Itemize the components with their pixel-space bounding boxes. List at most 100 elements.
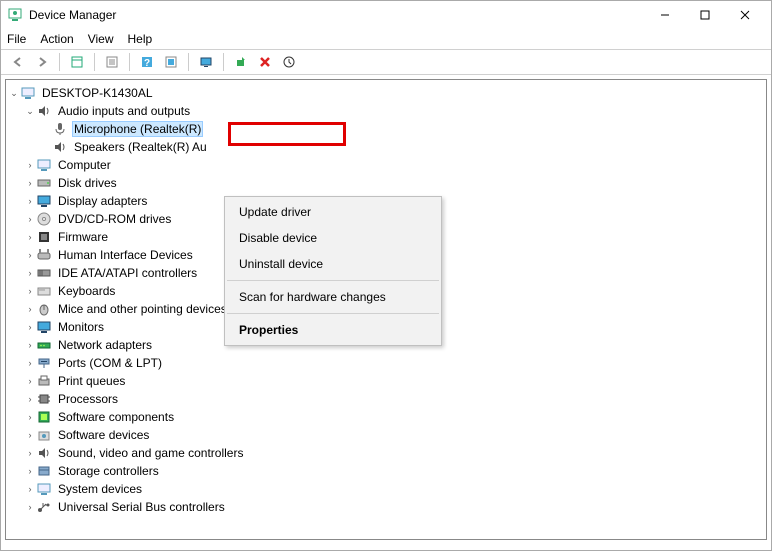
- tree-node-disk[interactable]: › Disk drives: [8, 174, 764, 192]
- expand-icon[interactable]: ›: [24, 304, 36, 314]
- show-hide-button[interactable]: [66, 51, 88, 73]
- menu-action[interactable]: Action: [40, 32, 73, 46]
- speaker-icon: [36, 103, 52, 119]
- forward-button[interactable]: [31, 51, 53, 73]
- swdev-icon: [36, 427, 52, 443]
- tree-node-label: IDE ATA/ATAPI controllers: [56, 265, 199, 281]
- expand-icon[interactable]: ›: [24, 502, 36, 512]
- tree-node-sound[interactable]: › Sound, video and game controllers: [8, 444, 764, 462]
- tree-node-label: Print queues: [56, 373, 127, 389]
- ctx-scan-hardware[interactable]: Scan for hardware changes: [225, 284, 441, 310]
- expand-icon[interactable]: ›: [24, 232, 36, 242]
- expand-icon[interactable]: ›: [24, 376, 36, 386]
- tree-node-label: Computer: [56, 157, 113, 173]
- tree-node-label: Firmware: [56, 229, 110, 245]
- tree-node-usb[interactable]: › Universal Serial Bus controllers: [8, 498, 764, 516]
- tree-node-microphone[interactable]: Microphone (Realtek(R): [8, 120, 764, 138]
- expand-icon[interactable]: ›: [24, 466, 36, 476]
- tree-node-label: Software components: [56, 409, 176, 425]
- tree-node-label: DESKTOP-K1430AL: [40, 85, 155, 101]
- menu-file[interactable]: File: [7, 32, 26, 46]
- expand-icon[interactable]: ›: [24, 448, 36, 458]
- speaker-icon: [52, 139, 68, 155]
- minimize-button[interactable]: [645, 2, 685, 28]
- expand-icon[interactable]: ›: [24, 286, 36, 296]
- expand-icon[interactable]: ›: [24, 178, 36, 188]
- close-button[interactable]: [725, 2, 765, 28]
- expand-icon[interactable]: ⌄: [8, 88, 20, 99]
- ctx-update-driver[interactable]: Update driver: [225, 199, 441, 225]
- back-button[interactable]: [7, 51, 29, 73]
- tree-node-label: Sound, video and game controllers: [56, 445, 245, 461]
- expand-icon[interactable]: ›: [24, 214, 36, 224]
- tree-node-audio[interactable]: ⌄ Audio inputs and outputs: [8, 102, 764, 120]
- expand-icon[interactable]: ›: [24, 160, 36, 170]
- svg-text:?: ?: [144, 58, 150, 69]
- tree-node-label: Audio inputs and outputs: [56, 103, 192, 119]
- tree-node-storage[interactable]: › Storage controllers: [8, 462, 764, 480]
- tree-node-label: Disk drives: [56, 175, 119, 191]
- device-tree-pane: ⌄ DESKTOP-K1430AL ⌄ Audio inputs and out…: [5, 79, 767, 540]
- proc-icon: [36, 391, 52, 407]
- context-menu: Update driver Disable device Uninstall d…: [224, 196, 442, 346]
- network-icon: [36, 337, 52, 353]
- window-title: Device Manager: [29, 8, 645, 22]
- printq-icon: [36, 373, 52, 389]
- tree-node-sysdev[interactable]: ›System devices: [8, 480, 764, 498]
- tree-node-proc[interactable]: ›Processors: [8, 390, 764, 408]
- tree-node-label: Mice and other pointing devices: [56, 301, 229, 317]
- sysdev-icon: [36, 481, 52, 497]
- tree-node-computer[interactable]: › Computer: [8, 156, 764, 174]
- computer-icon: [20, 85, 36, 101]
- expand-icon[interactable]: ⌄: [24, 106, 36, 117]
- firmware-icon: [36, 229, 52, 245]
- uninstall-button[interactable]: [254, 51, 276, 73]
- expand-icon[interactable]: ›: [24, 340, 36, 350]
- title-bar: Device Manager: [1, 1, 771, 29]
- expand-icon[interactable]: ›: [24, 322, 36, 332]
- menu-view[interactable]: View: [88, 32, 114, 46]
- update-driver-button[interactable]: [230, 51, 252, 73]
- expand-icon[interactable]: ›: [24, 268, 36, 278]
- expand-icon[interactable]: ›: [24, 412, 36, 422]
- maximize-button[interactable]: [685, 2, 725, 28]
- monitor-button[interactable]: [195, 51, 217, 73]
- menu-bar: File Action View Help: [1, 29, 771, 49]
- sound-icon: [36, 445, 52, 461]
- monitors-icon: [36, 319, 52, 335]
- properties-button[interactable]: [101, 51, 123, 73]
- expand-icon[interactable]: ›: [24, 430, 36, 440]
- ctx-uninstall-device[interactable]: Uninstall device: [225, 251, 441, 277]
- tree-node-label: Speakers (Realtek(R) Au: [72, 139, 209, 155]
- menu-help[interactable]: Help: [128, 32, 153, 46]
- expand-icon[interactable]: ›: [24, 358, 36, 368]
- display-icon: [36, 193, 52, 209]
- view-button[interactable]: [160, 51, 182, 73]
- tree-node-label: Monitors: [56, 319, 106, 335]
- expand-icon[interactable]: ›: [24, 250, 36, 260]
- tree-node-label: Keyboards: [56, 283, 117, 299]
- mice-icon: [36, 301, 52, 317]
- usb-icon: [36, 499, 52, 515]
- tree-node-ports[interactable]: › Ports (COM & LPT): [8, 354, 764, 372]
- dvd-icon: [36, 211, 52, 227]
- tree-node-swdev[interactable]: › Software devices: [8, 426, 764, 444]
- expand-icon[interactable]: ›: [24, 484, 36, 494]
- tree-node-speakers[interactable]: Speakers (Realtek(R) Au: [8, 138, 764, 156]
- tree-node-printq[interactable]: › Print queues: [8, 372, 764, 390]
- tree-node-label: Storage controllers: [56, 463, 161, 479]
- tree-node-label: Universal Serial Bus controllers: [56, 499, 227, 515]
- tree-node-label: Software devices: [56, 427, 151, 443]
- tree-node-label: Network adapters: [56, 337, 154, 353]
- tree-root[interactable]: ⌄ DESKTOP-K1430AL: [8, 84, 764, 102]
- ctx-disable-device[interactable]: Disable device: [225, 225, 441, 251]
- expand-icon[interactable]: ›: [24, 196, 36, 206]
- tree-node-label: Ports (COM & LPT): [56, 355, 164, 371]
- scan-button[interactable]: [278, 51, 300, 73]
- expand-icon[interactable]: ›: [24, 394, 36, 404]
- disk-icon: [36, 175, 52, 191]
- help-button[interactable]: ?: [136, 51, 158, 73]
- tree-node-label: Display adapters: [56, 193, 149, 209]
- tree-node-swcomp[interactable]: › Software components: [8, 408, 764, 426]
- ctx-properties[interactable]: Properties: [225, 317, 441, 343]
